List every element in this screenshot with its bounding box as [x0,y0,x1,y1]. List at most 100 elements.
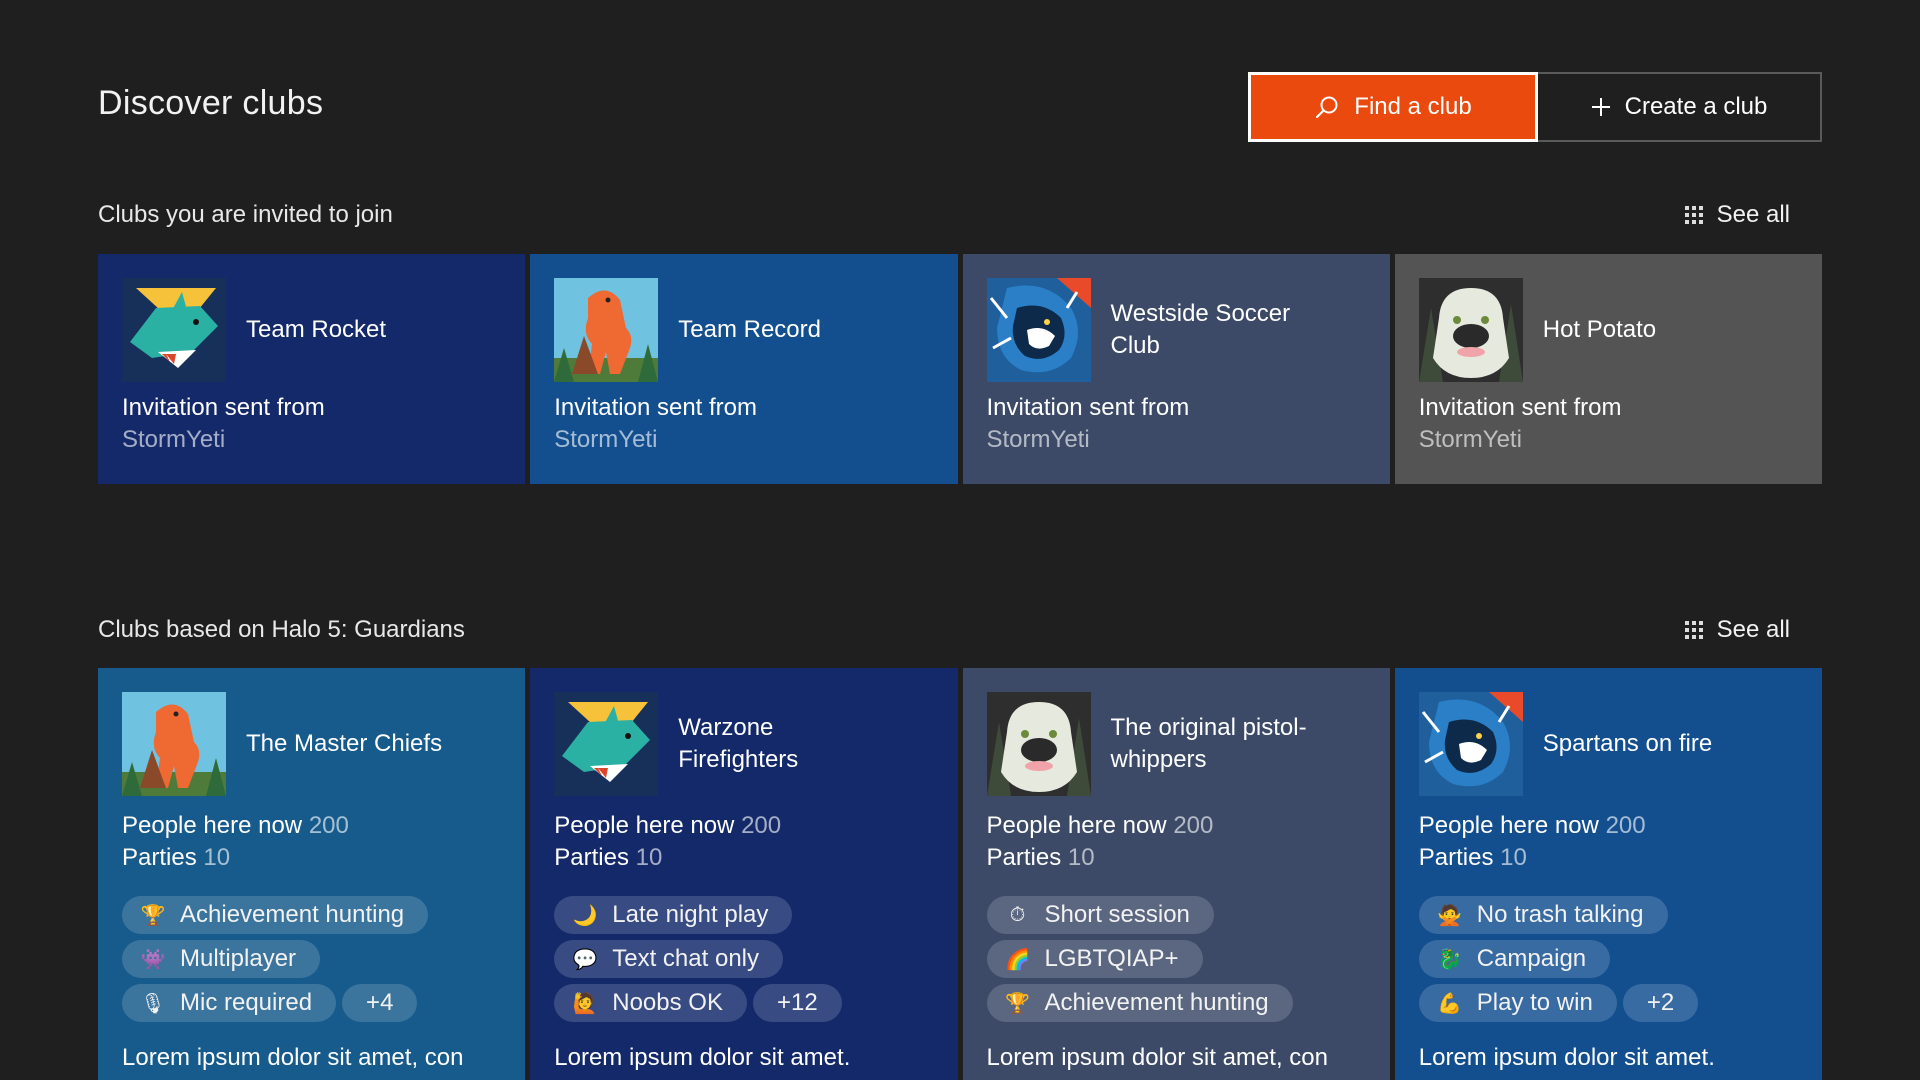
shark-avatar [122,278,226,382]
club-card[interactable]: The Master Chiefs People here now 200 Part… [98,668,526,1080]
parties: Parties 10 [122,842,501,874]
club-tags: ⏱ Short session 🌈 LGBTQIAP+ 🏆 Achievement hun… [986,896,1366,1022]
bigfoot-avatar [122,692,226,796]
yeti-avatar [1418,278,1523,382]
tag-line: ⏱ Short session [986,896,1366,934]
tag-line: 💬 Text chat only [554,940,933,978]
moon-icon: 🌙 [572,904,598,927]
create-club-button[interactable]: Create a club [1538,72,1822,142]
club-tag[interactable]: 🌈 LGBTQIAP+ [986,940,1203,978]
invitation-sender: StormYeti [986,426,1090,453]
club-description: Lorem ipsum dolor sit amet, con [122,1044,464,1071]
invitation-sender: StormYeti [554,426,658,453]
trophy-icon: 🏆 [140,904,166,927]
club-tag[interactable]: 🙋 Noobs OK [554,984,747,1022]
tag-line: 🐉 Campaign [1418,940,1798,978]
rainbow-icon: 🌈 [1005,948,1030,971]
invitation-sender: StormYeti [122,426,226,453]
see-all-label: See all [1716,201,1790,228]
more-tags-button[interactable]: +2 [1622,984,1699,1022]
club-name: Westside Soccer Club [1110,300,1291,359]
club-name: Hot Potato [1542,316,1657,343]
club-card[interactable]: The original pistol-whippers People here … [962,668,1390,1080]
based-on-section-title: Clubs based on Halo 5: Guardians [98,616,465,643]
club-card[interactable]: Westside Soccer Club Invitation sent from… [962,254,1390,484]
people-count: 200 [1173,812,1214,839]
parties: Parties 10 [554,842,933,874]
people-label: People here now [986,812,1167,839]
club-card[interactable]: Spartans on fire People here now 200 Parti… [1394,668,1822,1080]
tag-line: 🌈 LGBTQIAP+ [986,940,1366,978]
people-now: People here now 200 [554,810,933,842]
people-count: 200 [1605,812,1646,839]
based-on-see-all-link[interactable]: See all [1684,616,1790,644]
more-tags-button[interactable]: +12 [752,984,842,1022]
invitation-info: Invitation sent from StormYeti [122,392,501,456]
parties-label: Parties [1418,844,1494,871]
club-tag[interactable]: 🎙 Mic required [122,984,337,1022]
parties-label: Parties [554,844,629,871]
shark-avatar [554,692,659,796]
club-tags: 🙅 No trash talking 🐉 Campaign 💪 Play to win +2 [1418,896,1798,1022]
lion-avatar [1418,692,1523,796]
club-tag[interactable]: 🏆 Achievement hunting [122,896,429,934]
tag-line: 👾 Multiplayer [122,940,501,978]
tag-label: Multiplayer [180,945,297,972]
club-tag[interactable]: 🙅 No trash talking [1418,896,1668,934]
search-icon [1314,94,1340,120]
parties-count: 10 [1500,844,1527,871]
tag-label: Mic required [180,989,313,1016]
parties-label: Parties [986,844,1062,871]
invitation-label: Invitation sent from [554,394,758,421]
tag-line: 💪 Play to win +2 [1418,984,1798,1022]
invitation-sender: StormYeti [1418,426,1522,453]
club-name: Team Rocket [246,316,387,343]
invited-section-title: Clubs you are invited to join [98,201,393,228]
tag-line: 🏆 Achievement hunting [986,984,1366,1022]
tag-label: Noobs OK [612,989,723,1016]
club-stats: People here now 200 Parties 10 [122,810,501,874]
page-title: Discover clubs [98,84,324,122]
people-label: People here now [122,812,303,839]
tag-label: No trash talking [1476,901,1644,928]
club-card-header: The original pistol-whippers [986,692,1366,796]
parties-label: Parties [122,844,197,871]
more-tags-button[interactable]: +4 [342,984,418,1022]
club-tag[interactable]: 👾 Multiplayer [122,940,321,978]
dragon-icon: 🐉 [1437,948,1463,971]
club-tag[interactable]: 🌙 Late night play [554,896,793,934]
club-card-header: Westside Soccer Club [986,278,1366,382]
club-description: Lorem ipsum dolor sit amet. [1418,1044,1715,1071]
club-card-header: Hot Potato [1418,278,1798,382]
club-card[interactable]: Warzone Firefighters People here now 200 P… [530,668,958,1080]
find-club-button[interactable]: Find a club [1248,72,1538,142]
see-all-label: See all [1716,616,1790,643]
club-stats: People here now 200 Parties 10 [987,810,1366,874]
club-tag[interactable]: 💬 Text chat only [554,940,783,978]
club-stats: People here now 200 Parties 10 [554,810,933,874]
club-card-header: Warzone Firefighters [554,692,933,796]
people-count: 200 [741,812,782,839]
club-card[interactable]: Team Record Invitation sent from StormYeti [530,254,958,484]
trophy-icon: 🏆 [1005,992,1030,1015]
club-tag[interactable]: 🏆 Achievement hunting [986,984,1293,1022]
invited-see-all-link[interactable]: See all [1684,201,1790,229]
club-card[interactable]: Hot Potato Invitation sent from StormYeti [1394,254,1822,484]
yeti-avatar [986,692,1091,796]
tag-label: Play to win [1476,989,1593,1016]
no-gesture-icon: 🙅 [1437,904,1463,927]
invitation-label: Invitation sent from [986,394,1190,421]
tag-label: Achievement hunting [1044,989,1269,1016]
club-tag[interactable]: ⏱ Short session [986,896,1214,934]
club-tag[interactable]: 💪 Play to win [1418,984,1617,1022]
flex-icon: 💪 [1437,992,1463,1015]
people-now: People here now 200 [122,810,501,842]
people-now: People here now 200 [1419,810,1798,842]
tag-line: 🌙 Late night play [554,896,933,934]
stopwatch-icon: ⏱ [1009,903,1026,926]
club-card[interactable]: Team Rocket Invitation sent from StormYeti [98,254,526,484]
people-now: People here now 200 [987,810,1366,842]
parties: Parties 10 [1419,842,1798,874]
club-tag[interactable]: 🐉 Campaign [1418,940,1611,978]
club-stats: People here now 200 Parties 10 [1419,810,1798,874]
